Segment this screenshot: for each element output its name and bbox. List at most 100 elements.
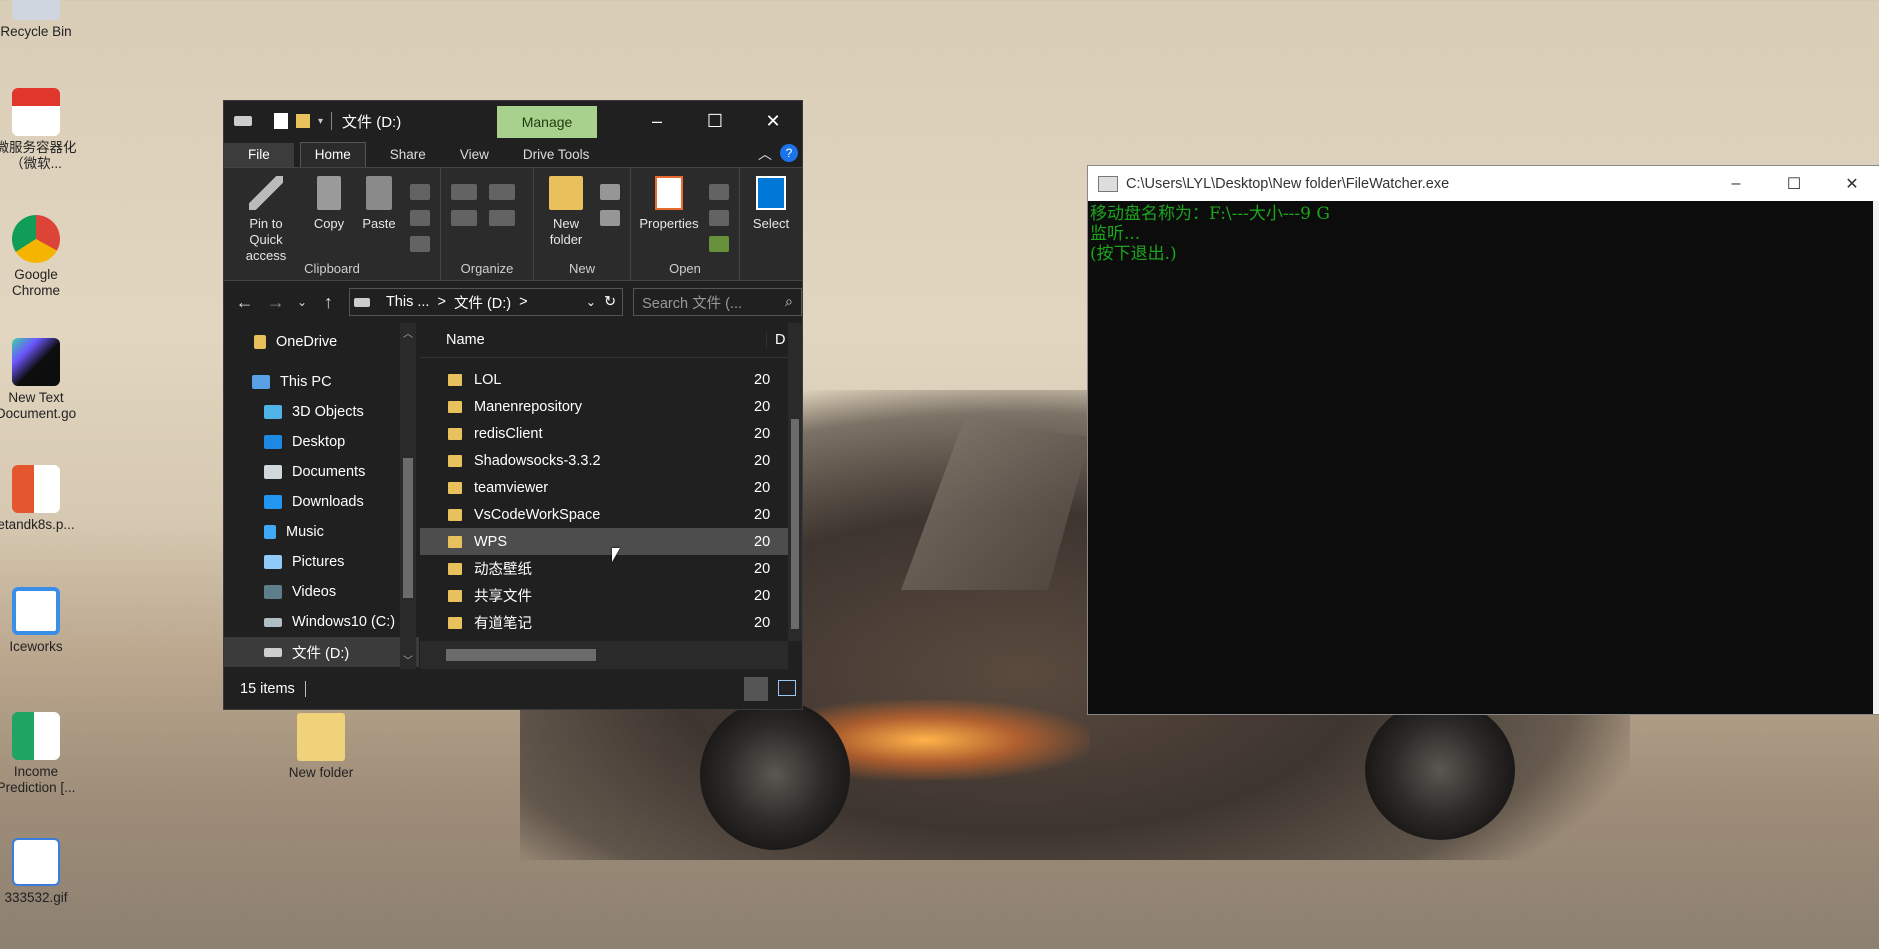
search-box[interactable]: Search 文件 (... ⌕ (633, 288, 802, 316)
horizontal-scrollbar-thumb[interactable] (446, 649, 596, 661)
nav-music[interactable]: Music (224, 517, 419, 547)
console-close-button[interactable]: ✕ (1823, 166, 1879, 201)
console-scrollbar[interactable] (1873, 201, 1879, 714)
nav-scrollbar[interactable]: ︿ ﹀ (400, 323, 416, 669)
desktop-icon-iceworks[interactable]: Iceworks (0, 587, 77, 655)
image-file-icon (12, 838, 60, 886)
file-row[interactable]: redisClient 20 (420, 420, 802, 447)
select-button[interactable]: Select (744, 172, 798, 280)
scroll-down-icon[interactable]: ﹀ (403, 652, 413, 667)
forward-button[interactable]: → (265, 292, 286, 313)
desktop-icon-new-folder[interactable]: New folder (280, 713, 362, 781)
cut-icon[interactable] (410, 184, 430, 200)
address-bar[interactable]: This ... > 文件 (D:) > ⌄ ↻ (348, 288, 624, 316)
new-folder-quick-icon[interactable] (296, 114, 310, 128)
file-date: 20 (754, 479, 771, 496)
column-name[interactable]: Name (420, 332, 767, 348)
history-icon[interactable] (709, 236, 729, 252)
navigation-pane: OneDrive This PC 3D Objects Desktop Docu… (224, 323, 419, 669)
tab-share[interactable]: Share (376, 143, 440, 167)
details-view-icon[interactable] (744, 677, 768, 701)
nav-drive-d[interactable]: 文件 (D:) (224, 637, 419, 667)
breadcrumb-drive-d[interactable]: 文件 (D:) (454, 292, 511, 313)
breadcrumb-this-pc[interactable]: This ... (386, 294, 430, 310)
file-row[interactable]: LOL 20 (420, 366, 802, 393)
nav-desktop[interactable]: Desktop (224, 427, 419, 457)
edit-icon[interactable] (709, 210, 729, 226)
tab-drive-tools[interactable]: Drive Tools (509, 143, 604, 167)
recent-locations-icon[interactable]: ⌄ (296, 295, 308, 309)
easy-access-icon[interactable] (600, 210, 620, 226)
folder-icon (448, 589, 462, 602)
column-date[interactable]: D (767, 332, 785, 348)
desktop-icon-pptx[interactable]: etandk8s.p... (0, 465, 77, 533)
refresh-icon[interactable]: ↻ (604, 294, 622, 310)
wallpaper-wheel-rear (1365, 700, 1515, 840)
up-button[interactable]: ↑ (318, 292, 339, 313)
delete-icon[interactable] (489, 184, 515, 200)
rename-icon[interactable] (489, 210, 515, 226)
file-row[interactable]: Manenrepository 20 (420, 393, 802, 420)
desktop-icon-chrome[interactable]: Google Chrome (0, 215, 77, 299)
nav-3d-objects[interactable]: 3D Objects (224, 397, 419, 427)
file-row[interactable]: WPS 20 (420, 528, 802, 555)
file-row[interactable]: teamviewer 20 (420, 474, 802, 501)
desktop-icon-gif[interactable]: 333532.gif (0, 838, 77, 906)
new-item-icon[interactable] (600, 184, 620, 200)
maximize-button[interactable]: ☐ (686, 101, 744, 141)
file-scrollbar-thumb[interactable] (791, 419, 799, 629)
folder-icon (448, 508, 462, 521)
move-to-icon[interactable] (451, 184, 477, 200)
nav-documents[interactable]: Documents (224, 457, 419, 487)
manage-tab[interactable]: Manage (497, 106, 597, 138)
tab-file[interactable]: File (224, 143, 294, 167)
large-icons-view-icon[interactable] (778, 680, 796, 696)
file-row[interactable]: 共享文件 20 (420, 582, 802, 609)
file-row[interactable]: 动态壁纸 20 (420, 555, 802, 582)
tab-view[interactable]: View (446, 143, 503, 167)
desktop-icon-recycle-bin[interactable]: Recycle Bin (0, 0, 77, 40)
search-placeholder: Search 文件 (... (642, 295, 743, 312)
nav-videos[interactable]: Videos (224, 577, 419, 607)
properties-quick-icon[interactable] (274, 113, 288, 129)
nav-pictures[interactable]: Pictures (224, 547, 419, 577)
console-titlebar[interactable]: C:\Users\LYL\Desktop\New folder\FileWatc… (1088, 166, 1879, 201)
minimize-button[interactable]: – (628, 101, 686, 141)
copy-path-icon[interactable] (410, 210, 430, 226)
console-minimize-button[interactable]: – (1707, 166, 1765, 201)
nav-downloads[interactable]: Downloads (224, 487, 419, 517)
scroll-up-icon[interactable]: ︿ (403, 325, 413, 340)
paste-shortcut-icon[interactable] (410, 236, 430, 252)
open-icon[interactable] (709, 184, 729, 200)
help-icon[interactable]: ? (780, 144, 798, 162)
console-maximize-button[interactable]: ☐ (1765, 166, 1823, 201)
file-scrollbar[interactable] (788, 323, 802, 641)
folder-icon (448, 400, 462, 413)
copy-to-icon[interactable] (451, 210, 477, 226)
computer-icon (252, 375, 270, 389)
horizontal-scrollbar[interactable] (420, 641, 788, 669)
desktop-icon-spreadsheet[interactable]: Income Prediction [... (0, 712, 77, 796)
back-button[interactable]: ← (234, 292, 255, 313)
nav-scrollbar-thumb[interactable] (403, 458, 413, 598)
console-output[interactable]: 移动盘名称为：F:\---大小---9 G 监听... (按下退出.) (1088, 201, 1879, 267)
nav-this-pc[interactable]: This PC (224, 367, 419, 397)
file-name: WPS (474, 533, 508, 550)
file-row[interactable]: 有道笔记 20 (420, 609, 802, 636)
file-row[interactable]: VsCodeWorkSpace 20 (420, 501, 802, 528)
desktop-icon-pdf[interactable]: 微服务容器化（微软... (0, 88, 77, 172)
file-row[interactable]: Shadowsocks-3.3.2 20 (420, 447, 802, 474)
downloads-icon (264, 495, 282, 509)
address-dropdown-icon[interactable]: ⌄ (586, 295, 596, 309)
explorer-titlebar[interactable]: ▾ 文件 (D:) Manage – ☐ ✕ (224, 101, 802, 141)
select-icon (756, 176, 786, 210)
nav-onedrive[interactable]: OneDrive (224, 327, 419, 357)
desktop-icon-go-file[interactable]: New Text Document.go (0, 338, 77, 422)
close-button[interactable]: ✕ (744, 101, 802, 141)
tab-home[interactable]: Home (299, 142, 366, 167)
nav-windows10-c[interactable]: Windows10 (C:) (224, 607, 419, 637)
quick-access-dropdown-icon[interactable]: ▾ (318, 116, 323, 127)
file-name: redisClient (474, 425, 543, 442)
file-name: teamviewer (474, 479, 549, 496)
collapse-ribbon-icon[interactable]: ︿ (758, 144, 772, 164)
